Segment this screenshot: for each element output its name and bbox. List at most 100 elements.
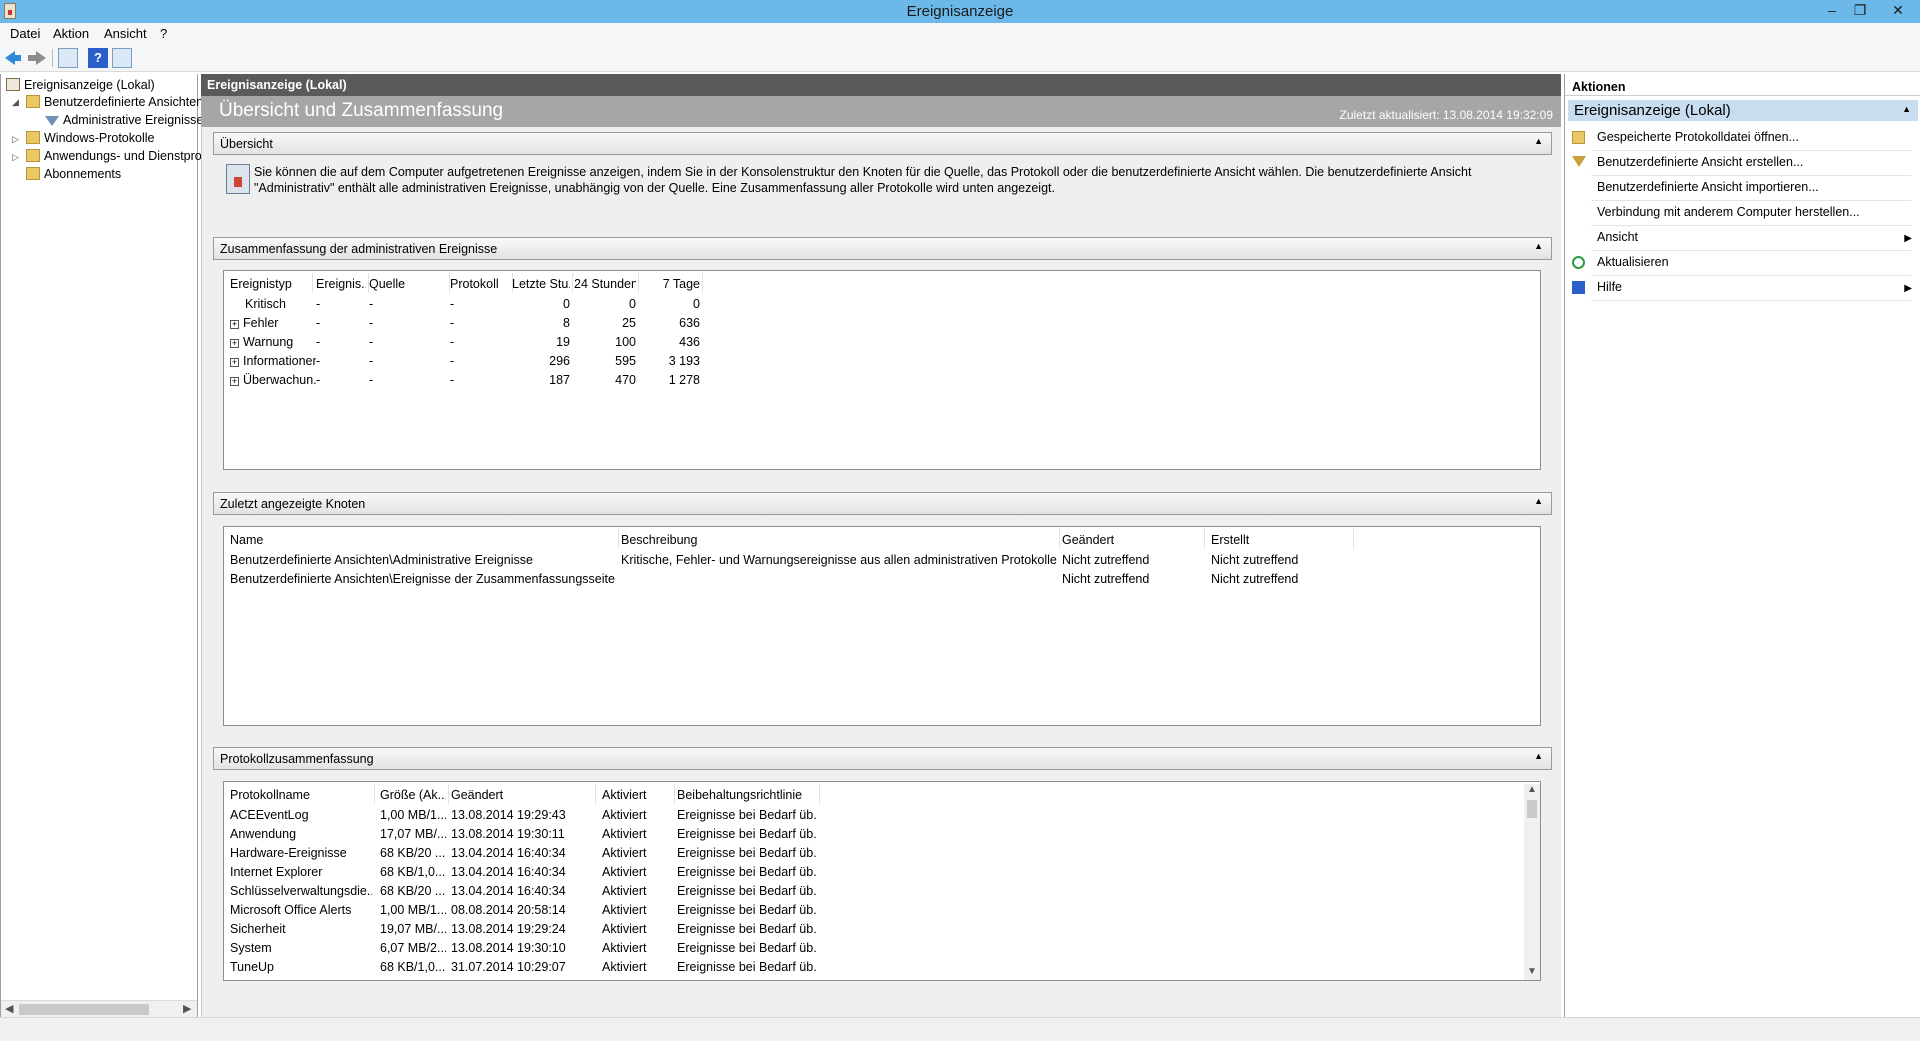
column-header[interactable]: Aktiviert: [602, 788, 672, 802]
column-divider: [572, 273, 573, 293]
show-hide-tree-button[interactable]: [58, 48, 78, 68]
action-item[interactable]: Hilfe: [1597, 280, 1622, 294]
tree-item-admin-events[interactable]: Administrative Ereignisse: [45, 113, 203, 127]
action-separator: [1591, 275, 1911, 276]
column-header[interactable]: Geändert: [451, 788, 593, 802]
action-item[interactable]: Gespeicherte Protokolldatei öffnen...: [1597, 130, 1799, 144]
collapse-icon[interactable]: ▲: [1902, 104, 1911, 114]
collapse-icon[interactable]: ▲: [1534, 496, 1543, 506]
log-name-cell[interactable]: Schlüsselverwaltungsdie...: [230, 884, 372, 898]
log-name-cell[interactable]: Microsoft Office Alerts: [230, 903, 372, 917]
event-type-cell[interactable]: + Informationen: [230, 354, 316, 368]
expand-plus-icon[interactable]: +: [230, 358, 239, 367]
column-header[interactable]: Letzte Stu...: [512, 277, 570, 291]
forward-button[interactable]: [28, 48, 48, 68]
node-name-cell[interactable]: Benutzerdefinierte Ansichten\Administrat…: [230, 553, 616, 567]
log-size-cell: 1,00 MB/1...: [380, 808, 446, 822]
node-description-cell: Kritische, Fehler- und Warnungsereigniss…: [621, 553, 1057, 567]
node-created-cell: Nicht zutreffend: [1211, 572, 1299, 586]
action-item[interactable]: Benutzerdefinierte Ansicht erstellen...: [1597, 155, 1803, 169]
scroll-right-icon[interactable]: ▶: [183, 1002, 191, 1015]
log-enabled-cell: Aktiviert: [602, 808, 647, 822]
collapse-icon[interactable]: ▲: [1534, 241, 1543, 251]
collapse-arrow-icon[interactable]: ◢: [12, 97, 19, 108]
show-hide-actions-button[interactable]: [112, 48, 132, 68]
source-cell: -: [369, 297, 374, 311]
horizontal-scrollbar[interactable]: ◀ ▶: [1, 1000, 197, 1017]
node-name-cell[interactable]: Benutzerdefinierte Ansichten\Ereignisse …: [230, 572, 616, 586]
tree-item-custom-views[interactable]: Benutzerdefinierte Ansichten: [26, 95, 203, 109]
scrollbar-thumb[interactable]: [19, 1004, 149, 1015]
forward-arrow-icon: [28, 51, 46, 65]
menu-help[interactable]: ?: [160, 26, 167, 41]
column-header[interactable]: Beschreibung: [621, 533, 1057, 547]
event-type-label: Informationen: [243, 354, 316, 368]
menu-datei[interactable]: Datei: [10, 26, 40, 41]
section-overview-header[interactable]: Übersicht ▲: [213, 132, 1552, 155]
log-name-cell[interactable]: ACEEventLog: [230, 808, 372, 822]
section-recent-nodes-header[interactable]: Zuletzt angezeigte Knoten ▲: [213, 492, 1552, 515]
minimize-button[interactable]: –: [1818, 0, 1846, 22]
help-button[interactable]: ?: [88, 48, 108, 68]
actions-group-header[interactable]: Ereignisanzeige (Lokal) ▲: [1568, 100, 1918, 121]
log-name-cell[interactable]: TuneUp: [230, 960, 372, 974]
column-header[interactable]: Quelle: [369, 277, 447, 291]
vertical-scrollbar[interactable]: ▲ ▼: [1524, 784, 1540, 980]
back-button[interactable]: [5, 48, 25, 68]
submenu-arrow-icon[interactable]: ▶: [1904, 233, 1912, 244]
restore-button[interactable]: ❐: [1846, 0, 1874, 22]
tree-item-windows-logs[interactable]: Windows-Protokolle: [26, 131, 154, 145]
column-header[interactable]: Geändert: [1062, 533, 1202, 547]
column-header[interactable]: Protokollname: [230, 788, 372, 802]
expand-plus-icon[interactable]: +: [230, 377, 239, 386]
event-id-cell: -: [316, 316, 321, 330]
event-type-cell[interactable]: Kritisch: [230, 297, 316, 311]
log-changed-cell: 31.07.2014 10:29:07: [451, 960, 566, 974]
scroll-left-icon[interactable]: ◀: [5, 1002, 13, 1015]
column-header[interactable]: Beibehaltungsrichtlinie: [677, 788, 817, 802]
collapse-icon[interactable]: ▲: [1534, 751, 1543, 761]
column-divider: [595, 784, 596, 804]
column-header[interactable]: Protokoll: [450, 277, 510, 291]
action-item[interactable]: Aktualisieren: [1597, 255, 1669, 269]
action-item[interactable]: Ansicht: [1597, 230, 1638, 244]
tree-item-subscriptions[interactable]: Abonnements: [26, 167, 121, 181]
section-log-summary-header[interactable]: Protokollzusammenfassung ▲: [213, 747, 1552, 770]
submenu-arrow-icon[interactable]: ▶: [1904, 283, 1912, 294]
scrollbar-thumb[interactable]: [1527, 800, 1537, 818]
close-button[interactable]: ✕: [1884, 0, 1912, 22]
action-item[interactable]: Benutzerdefinierte Ansicht importieren..…: [1597, 180, 1819, 194]
log-name-cell[interactable]: System: [230, 941, 372, 955]
expand-plus-icon[interactable]: +: [230, 320, 239, 329]
tree-root[interactable]: Ereignisanzeige (Lokal): [6, 78, 155, 92]
log-name-cell[interactable]: Hardware-Ereignisse: [230, 846, 372, 860]
column-header[interactable]: 7 Tage: [640, 277, 700, 291]
last-24h-cell: 0: [629, 297, 636, 311]
node-created-cell: Nicht zutreffend: [1211, 553, 1299, 567]
column-header[interactable]: Ereignis...: [316, 277, 366, 291]
expand-arrow-icon[interactable]: ▷: [12, 134, 19, 145]
log-name-cell[interactable]: Sicherheit: [230, 922, 372, 936]
log-name-cell[interactable]: Internet Explorer: [230, 865, 372, 879]
menu-aktion[interactable]: Aktion: [53, 26, 89, 41]
scroll-up-icon[interactable]: ▲: [1527, 784, 1537, 795]
tree-root-label: Ereignisanzeige (Lokal): [24, 78, 155, 92]
log-retention-cell: Ereignisse bei Bedarf üb...: [677, 884, 817, 898]
menu-ansicht[interactable]: Ansicht: [104, 26, 147, 41]
scroll-down-icon[interactable]: ▼: [1527, 966, 1537, 977]
log-name-cell[interactable]: Anwendung: [230, 827, 372, 841]
event-type-cell[interactable]: + Warnung: [230, 335, 316, 349]
action-item[interactable]: Verbindung mit anderem Computer herstell…: [1597, 205, 1860, 219]
expand-arrow-icon[interactable]: ▷: [12, 152, 19, 163]
event-type-cell[interactable]: + Fehler: [230, 316, 316, 330]
column-header[interactable]: Größe (Ak...: [380, 788, 446, 802]
column-header[interactable]: 24 Stunden: [574, 277, 636, 291]
column-header[interactable]: Name: [230, 533, 616, 547]
expand-plus-icon[interactable]: +: [230, 339, 239, 348]
collapse-icon[interactable]: ▲: [1534, 136, 1543, 146]
column-header[interactable]: Erstellt: [1211, 533, 1351, 547]
event-type-cell[interactable]: + Überwachun...: [230, 373, 316, 387]
section-admin-summary-header[interactable]: Zusammenfassung der administrativen Erei…: [213, 237, 1552, 260]
column-header[interactable]: Ereignistyp: [230, 277, 310, 291]
log-size-cell: 68 KB/20 ...: [380, 846, 446, 860]
